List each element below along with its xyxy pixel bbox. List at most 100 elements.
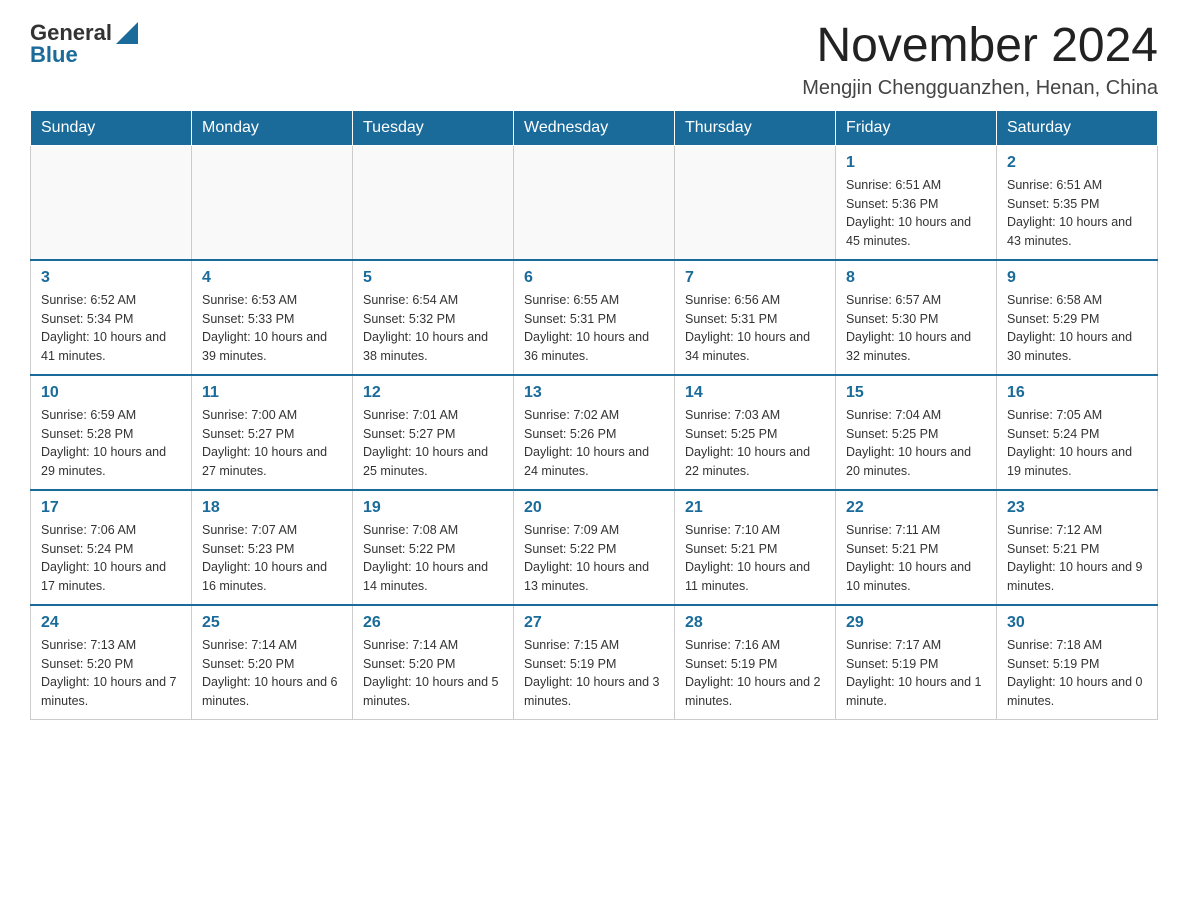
- table-row: 15 Sunrise: 7:04 AMSunset: 5:25 PMDayligh…: [836, 375, 997, 490]
- col-monday: Monday: [192, 110, 353, 145]
- day-info: Sunrise: 6:52 AMSunset: 5:34 PMDaylight:…: [41, 291, 181, 366]
- calendar-week-row: 3 Sunrise: 6:52 AMSunset: 5:34 PMDaylight…: [31, 260, 1158, 375]
- day-info: Sunrise: 7:17 AMSunset: 5:19 PMDaylight:…: [846, 636, 986, 711]
- day-number: 23: [1007, 499, 1147, 517]
- table-row: 27Sunrise: 7:15 AMSunset: 5:19 PMDayligh…: [514, 605, 675, 720]
- day-info: Sunrise: 7:08 AMSunset: 5:22 PMDaylight:…: [363, 521, 503, 596]
- calendar-header-row: Sunday Monday Tuesday Wednesday Thursday…: [31, 110, 1158, 145]
- table-row: [353, 145, 514, 260]
- table-row: 5 Sunrise: 6:54 AMSunset: 5:32 PMDaylight…: [353, 260, 514, 375]
- day-number: 11: [202, 384, 342, 402]
- calendar-week-row: 1 Sunrise: 6:51 AMSunset: 5:36 PMDaylight…: [31, 145, 1158, 260]
- day-number: 29: [846, 614, 986, 632]
- day-info: Sunrise: 7:01 AMSunset: 5:27 PMDaylight:…: [363, 406, 503, 481]
- day-number: 13: [524, 384, 664, 402]
- table-row: 25Sunrise: 7:14 AMSunset: 5:20 PMDayligh…: [192, 605, 353, 720]
- table-row: 30 Sunrise: 7:18 AMSunset: 5:19 PMDayligh…: [997, 605, 1158, 720]
- day-info: Sunrise: 7:00 AMSunset: 5:27 PMDaylight:…: [202, 406, 342, 481]
- page-header: General Blue November 2024 Mengjin Cheng…: [30, 20, 1158, 100]
- day-info: Sunrise: 7:04 AMSunset: 5:25 PMDaylight:…: [846, 406, 986, 481]
- calendar-week-row: 10 Sunrise: 6:59 AMSunset: 5:28 PMDayligh…: [31, 375, 1158, 490]
- day-number: 2: [1007, 154, 1147, 172]
- table-row: 26Sunrise: 7:14 AMSunset: 5:20 PMDayligh…: [353, 605, 514, 720]
- calendar-week-row: 24 Sunrise: 7:13 AMSunset: 5:20 PMDayligh…: [31, 605, 1158, 720]
- day-info: Sunrise: 6:56 AMSunset: 5:31 PMDaylight:…: [685, 291, 825, 366]
- table-row: 18 Sunrise: 7:07 AMSunset: 5:23 PMDayligh…: [192, 490, 353, 605]
- table-row: 2 Sunrise: 6:51 AMSunset: 5:35 PMDaylight…: [997, 145, 1158, 260]
- calendar-week-row: 17Sunrise: 7:06 AMSunset: 5:24 PMDayligh…: [31, 490, 1158, 605]
- calendar-table: Sunday Monday Tuesday Wednesday Thursday…: [30, 110, 1158, 720]
- day-number: 30: [1007, 614, 1147, 632]
- day-number: 26: [363, 614, 503, 632]
- day-number: 10: [41, 384, 181, 402]
- table-row: 23 Sunrise: 7:12 AMSunset: 5:21 PMDayligh…: [997, 490, 1158, 605]
- col-thursday: Thursday: [675, 110, 836, 145]
- day-number: 4: [202, 269, 342, 287]
- table-row: [675, 145, 836, 260]
- day-info: Sunrise: 7:02 AMSunset: 5:26 PMDaylight:…: [524, 406, 664, 481]
- logo-triangle-icon: [116, 22, 138, 44]
- day-info: Sunrise: 7:11 AMSunset: 5:21 PMDaylight:…: [846, 521, 986, 596]
- col-tuesday: Tuesday: [353, 110, 514, 145]
- day-info: Sunrise: 6:55 AMSunset: 5:31 PMDaylight:…: [524, 291, 664, 366]
- table-row: 13 Sunrise: 7:02 AMSunset: 5:26 PMDayligh…: [514, 375, 675, 490]
- col-friday: Friday: [836, 110, 997, 145]
- day-info: Sunrise: 7:14 AMSunset: 5:20 PMDaylight:…: [202, 636, 342, 711]
- logo: General Blue: [30, 20, 138, 68]
- day-number: 15: [846, 384, 986, 402]
- table-row: 4 Sunrise: 6:53 AMSunset: 5:33 PMDaylight…: [192, 260, 353, 375]
- day-number: 14: [685, 384, 825, 402]
- day-info: Sunrise: 7:16 AMSunset: 5:19 PMDaylight:…: [685, 636, 825, 711]
- table-row: 21 Sunrise: 7:10 AMSunset: 5:21 PMDayligh…: [675, 490, 836, 605]
- day-info: Sunrise: 6:51 AMSunset: 5:35 PMDaylight:…: [1007, 176, 1147, 251]
- table-row: [192, 145, 353, 260]
- table-row: 6 Sunrise: 6:55 AMSunset: 5:31 PMDaylight…: [514, 260, 675, 375]
- table-row: 11 Sunrise: 7:00 AMSunset: 5:27 PMDayligh…: [192, 375, 353, 490]
- day-number: 6: [524, 269, 664, 287]
- day-info: Sunrise: 7:05 AMSunset: 5:24 PMDaylight:…: [1007, 406, 1147, 481]
- table-row: 7Sunrise: 6:56 AMSunset: 5:31 PMDaylight…: [675, 260, 836, 375]
- day-number: 21: [685, 499, 825, 517]
- day-info: Sunrise: 6:58 AMSunset: 5:29 PMDaylight:…: [1007, 291, 1147, 366]
- location-title: Mengjin Chengguanzhen, Henan, China: [802, 77, 1158, 100]
- table-row: 3 Sunrise: 6:52 AMSunset: 5:34 PMDaylight…: [31, 260, 192, 375]
- table-row: 14Sunrise: 7:03 AMSunset: 5:25 PMDayligh…: [675, 375, 836, 490]
- day-info: Sunrise: 7:06 AMSunset: 5:24 PMDaylight:…: [41, 521, 181, 596]
- day-info: Sunrise: 7:18 AMSunset: 5:19 PMDaylight:…: [1007, 636, 1147, 711]
- col-saturday: Saturday: [997, 110, 1158, 145]
- day-number: 27: [524, 614, 664, 632]
- day-number: 9: [1007, 269, 1147, 287]
- title-section: November 2024 Mengjin Chengguanzhen, Hen…: [802, 20, 1158, 100]
- table-row: 29 Sunrise: 7:17 AMSunset: 5:19 PMDayligh…: [836, 605, 997, 720]
- day-info: Sunrise: 7:13 AMSunset: 5:20 PMDaylight:…: [41, 636, 181, 711]
- day-number: 22: [846, 499, 986, 517]
- day-info: Sunrise: 6:59 AMSunset: 5:28 PMDaylight:…: [41, 406, 181, 481]
- table-row: 16 Sunrise: 7:05 AMSunset: 5:24 PMDayligh…: [997, 375, 1158, 490]
- day-number: 3: [41, 269, 181, 287]
- day-info: Sunrise: 6:51 AMSunset: 5:36 PMDaylight:…: [846, 176, 986, 251]
- day-info: Sunrise: 6:53 AMSunset: 5:33 PMDaylight:…: [202, 291, 342, 366]
- table-row: 24 Sunrise: 7:13 AMSunset: 5:20 PMDayligh…: [31, 605, 192, 720]
- table-row: [514, 145, 675, 260]
- table-row: 10 Sunrise: 6:59 AMSunset: 5:28 PMDayligh…: [31, 375, 192, 490]
- table-row: 9 Sunrise: 6:58 AMSunset: 5:29 PMDaylight…: [997, 260, 1158, 375]
- day-info: Sunrise: 6:54 AMSunset: 5:32 PMDaylight:…: [363, 291, 503, 366]
- table-row: 12Sunrise: 7:01 AMSunset: 5:27 PMDayligh…: [353, 375, 514, 490]
- logo-blue-text: Blue: [30, 42, 78, 68]
- day-number: 8: [846, 269, 986, 287]
- day-info: Sunrise: 7:10 AMSunset: 5:21 PMDaylight:…: [685, 521, 825, 596]
- day-number: 5: [363, 269, 503, 287]
- day-info: Sunrise: 7:07 AMSunset: 5:23 PMDaylight:…: [202, 521, 342, 596]
- day-number: 16: [1007, 384, 1147, 402]
- month-title: November 2024: [802, 20, 1158, 73]
- day-number: 18: [202, 499, 342, 517]
- col-wednesday: Wednesday: [514, 110, 675, 145]
- table-row: 1 Sunrise: 6:51 AMSunset: 5:36 PMDaylight…: [836, 145, 997, 260]
- table-row: [31, 145, 192, 260]
- day-number: 19: [363, 499, 503, 517]
- day-number: 24: [41, 614, 181, 632]
- table-row: 20Sunrise: 7:09 AMSunset: 5:22 PMDayligh…: [514, 490, 675, 605]
- day-number: 1: [846, 154, 986, 172]
- day-info: Sunrise: 7:12 AMSunset: 5:21 PMDaylight:…: [1007, 521, 1147, 596]
- table-row: 28Sunrise: 7:16 AMSunset: 5:19 PMDayligh…: [675, 605, 836, 720]
